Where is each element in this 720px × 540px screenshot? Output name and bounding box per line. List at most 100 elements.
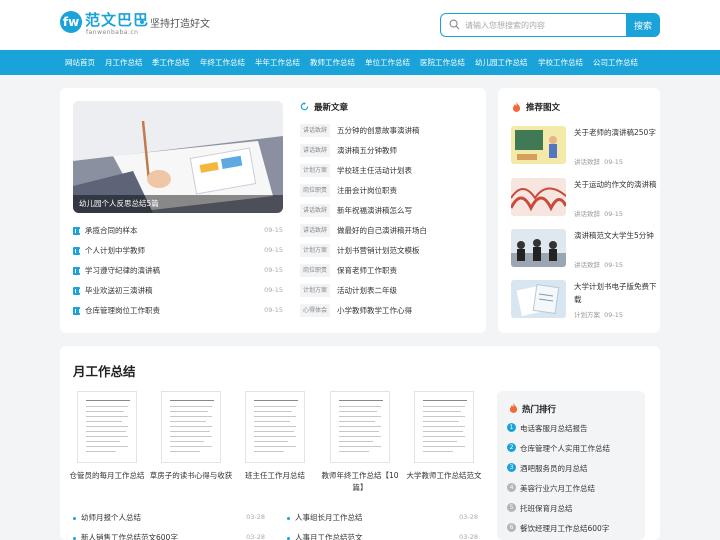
ranking-item[interactable]: 1 电话客服月总结报告 [507, 422, 642, 436]
category-tag[interactable]: 计划方案 [300, 164, 330, 177]
document-caption[interactable]: 草房子的读书心得与收获 [149, 470, 233, 482]
category-tag[interactable]: 岗位职责 [300, 264, 330, 277]
ranking-item[interactable]: 6 餐饮经理月工作总结600字 [507, 522, 642, 536]
featured-caption: 幼儿园个人反思总结5篇 [73, 195, 283, 213]
logo-icon[interactable]: fw [60, 11, 82, 33]
document-icon [73, 247, 80, 255]
list-item[interactable]: 毕业欢送初三演讲稿 09-15 [73, 285, 283, 299]
ranking-item[interactable]: 3 酒吧服务员的月总结 [507, 462, 642, 476]
article-item[interactable]: 心得体会 小学教师教学工作心得 [300, 304, 480, 318]
category-tag[interactable]: 岗位职责 [300, 184, 330, 197]
logo-name[interactable]: 范文巴巴 [85, 9, 149, 30]
fire-icon [509, 403, 518, 413]
category-tag[interactable]: 计划方案 [300, 284, 330, 297]
thumbnail-image [511, 126, 566, 164]
article-item[interactable]: 讲话致辞 演讲稿五分钟教师 [300, 144, 480, 158]
main-nav: 网站首页 月工作总结 季工作总结 年终工作总结 半年工作总结 教师工作总结 单位… [0, 50, 720, 75]
search-box [440, 13, 626, 37]
document-caption[interactable]: 大学教师工作总结范文 [402, 470, 486, 482]
document-thumbnail[interactable] [245, 391, 305, 463]
category-tag[interactable]: 心得体会 [300, 304, 330, 317]
nav-item-school[interactable]: 学校工作总结 [538, 50, 583, 75]
list-item[interactable]: 承揽合同的样本 09-15 [73, 225, 283, 239]
thumbnail-image [511, 229, 566, 267]
list-item[interactable]: 个人计划中学教师 09-15 [73, 245, 283, 259]
site-slogan: 坚持打造好文 [150, 19, 210, 30]
category-tag[interactable]: 讲话致辞 [300, 124, 330, 137]
document-caption[interactable]: 班主任工作月总结 [233, 470, 317, 482]
article-item[interactable]: 讲话致辞 五分钟的创意故事演讲稿 [300, 124, 480, 138]
nav-item-quarterly[interactable]: 季工作总结 [152, 50, 190, 75]
article-item[interactable]: 计划方案 计划书营销计划范文模板 [300, 244, 480, 258]
list-item[interactable]: 幼师月报个人总结 03-28 [73, 512, 265, 526]
list-item[interactable]: 人事月工作总结范文 03-28 [287, 532, 478, 540]
document-thumbnail[interactable] [77, 391, 137, 463]
search-input[interactable] [465, 17, 621, 33]
thumbnail-image [511, 178, 566, 216]
latest-articles-title: 最新文章 [314, 103, 349, 113]
rank-badge: 5 [507, 503, 516, 512]
featured-image[interactable]: 幼儿园个人反思总结5篇 [73, 101, 283, 213]
refresh-icon [300, 102, 309, 111]
rank-badge: 1 [507, 423, 516, 432]
list-item[interactable]: 仓库管理岗位工作职责 09-15 [73, 305, 283, 319]
thumbnail-image [511, 280, 566, 318]
section-title: 月工作总结 [73, 364, 136, 379]
list-item[interactable]: 新人销售工作总结范文600字 03-28 [73, 532, 265, 540]
article-item[interactable]: 讲话致辞 做最好的自己演讲稿开场白 [300, 224, 480, 238]
rank-badge: 6 [507, 523, 516, 532]
bullet-dot [73, 517, 76, 520]
rank-badge: 3 [507, 463, 516, 472]
nav-item-teacher[interactable]: 教师工作总结 [310, 50, 355, 75]
nav-item-home[interactable]: 网站首页 [65, 50, 95, 75]
article-item[interactable]: 岗位职责 保育老师工作职责 [300, 264, 480, 278]
category-tag[interactable]: 讲话致辞 [300, 204, 330, 217]
nav-item-monthly[interactable]: 月工作总结 [105, 50, 143, 75]
item-meta: 讲话致辞 09-15 [574, 210, 624, 218]
recommended-item[interactable]: 大学计划书电子版免费下载 计划方案 09-15 [511, 280, 661, 330]
rank-badge: 4 [507, 483, 516, 492]
recommended-title: 推荐图文 [526, 103, 561, 113]
hot-ranking-title: 热门排行 [522, 405, 557, 415]
ranking-item[interactable]: 5 托班保育月总结 [507, 502, 642, 516]
recommended-item[interactable]: 关于运动的作文的演讲稿 讲话致辞 09-15 [511, 178, 661, 228]
ranking-item[interactable]: 2 仓库管理个人实用工作总结 [507, 442, 642, 456]
category-tag[interactable]: 讲话致辞 [300, 144, 330, 157]
item-meta: 讲话致辞 09-15 [574, 158, 624, 166]
slogan-dot [140, 20, 144, 24]
article-item[interactable]: 计划方案 活动计划表二年级 [300, 284, 480, 298]
ranking-item[interactable]: 4 美容行业六月工作总结 [507, 482, 642, 496]
nav-item-kindergarten[interactable]: 幼儿园工作总结 [475, 50, 528, 75]
list-item[interactable]: 学习遵守纪律的演讲稿 09-15 [73, 265, 283, 279]
document-caption[interactable]: 仓管员的每月工作总结 [65, 470, 149, 482]
document-icon [73, 307, 80, 315]
document-thumbnail[interactable] [161, 391, 221, 463]
category-tag[interactable]: 计划方案 [300, 244, 330, 257]
document-icon [73, 267, 80, 275]
item-meta: 计划方案 09-15 [574, 311, 624, 319]
nav-item-hospital[interactable]: 医院工作总结 [420, 50, 465, 75]
fire-icon [512, 102, 521, 112]
article-item[interactable]: 讲话致辞 新年祝福演讲稿怎么写 [300, 204, 480, 218]
article-item[interactable]: 岗位职责 注册会计岗位职责 [300, 184, 480, 198]
nav-item-annual[interactable]: 年终工作总结 [200, 50, 245, 75]
nav-item-company[interactable]: 公司工作总结 [593, 50, 638, 75]
item-meta: 讲话致辞 09-15 [574, 261, 624, 269]
document-thumbnail[interactable] [414, 391, 474, 463]
recommended-item[interactable]: 演讲稿范文大学生5分钟 讲话致辞 09-15 [511, 229, 661, 279]
article-item[interactable]: 计划方案 学校班主任活动计划表 [300, 164, 480, 178]
category-tag[interactable]: 讲话致辞 [300, 224, 330, 237]
bullet-dot [287, 517, 290, 520]
nav-item-unit[interactable]: 单位工作总结 [365, 50, 410, 75]
recommended-item[interactable]: 关于老师的演讲稿250字 讲话致辞 09-15 [511, 126, 661, 176]
logo-domain: fanwenbaba.cn [86, 29, 139, 36]
document-icon [73, 287, 80, 295]
nav-item-half-year[interactable]: 半年工作总结 [255, 50, 300, 75]
search-icon [449, 19, 460, 30]
list-item[interactable]: 人事组长月工作总结 03-28 [287, 512, 478, 526]
document-icon [73, 227, 80, 235]
rank-badge: 2 [507, 443, 516, 452]
document-thumbnail[interactable] [330, 391, 390, 463]
search-button[interactable]: 搜索 [626, 13, 660, 37]
document-caption[interactable]: 教师年终工作总结【10篇】 [318, 470, 402, 494]
